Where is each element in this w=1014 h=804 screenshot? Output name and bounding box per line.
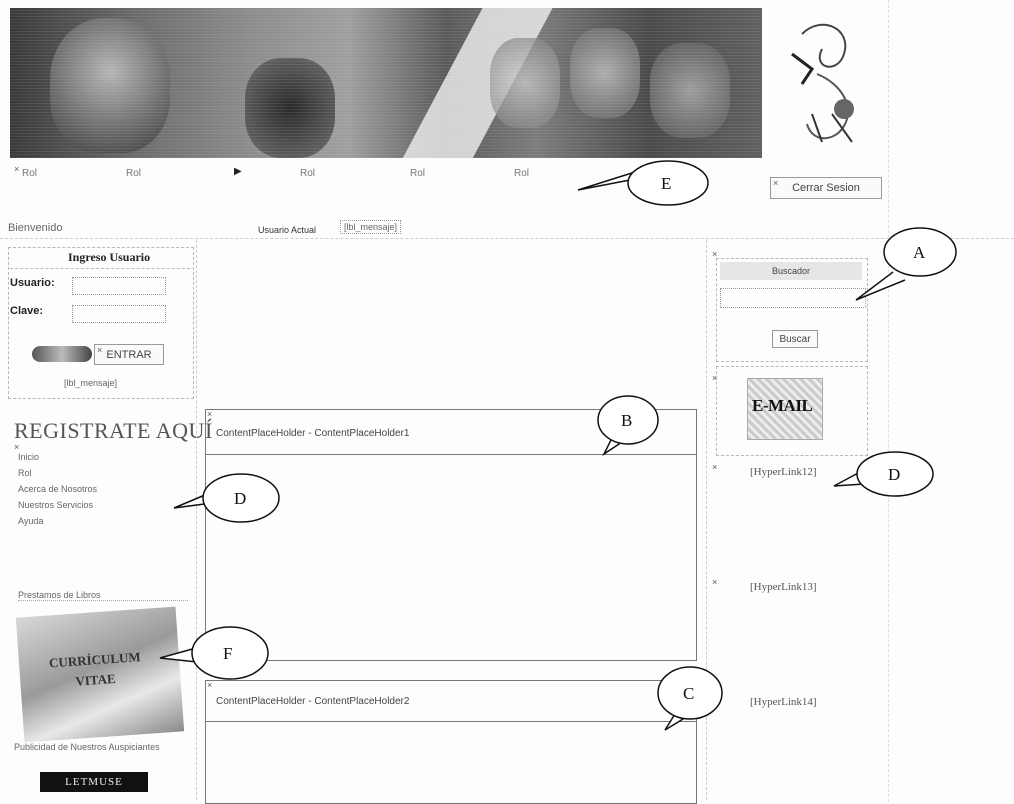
callout-d-right: D xyxy=(833,451,934,497)
callout-c: C xyxy=(657,666,723,731)
callout-b: B xyxy=(597,395,659,457)
callout-e-label: E xyxy=(661,174,671,193)
callout-overlay: E A B D D F C xyxy=(159,160,957,731)
callout-f-label: F xyxy=(223,644,232,663)
callout-e: E xyxy=(577,160,709,206)
callout-f: F xyxy=(159,626,269,680)
callout-a: A xyxy=(855,227,957,301)
callout-d-right-label: D xyxy=(888,465,900,484)
callout-a-label: A xyxy=(913,243,926,262)
callout-d-left-label: D xyxy=(234,489,246,508)
callout-b-label: B xyxy=(621,411,632,430)
callout-c-label: C xyxy=(683,684,694,703)
callout-d-left: D xyxy=(173,473,280,523)
